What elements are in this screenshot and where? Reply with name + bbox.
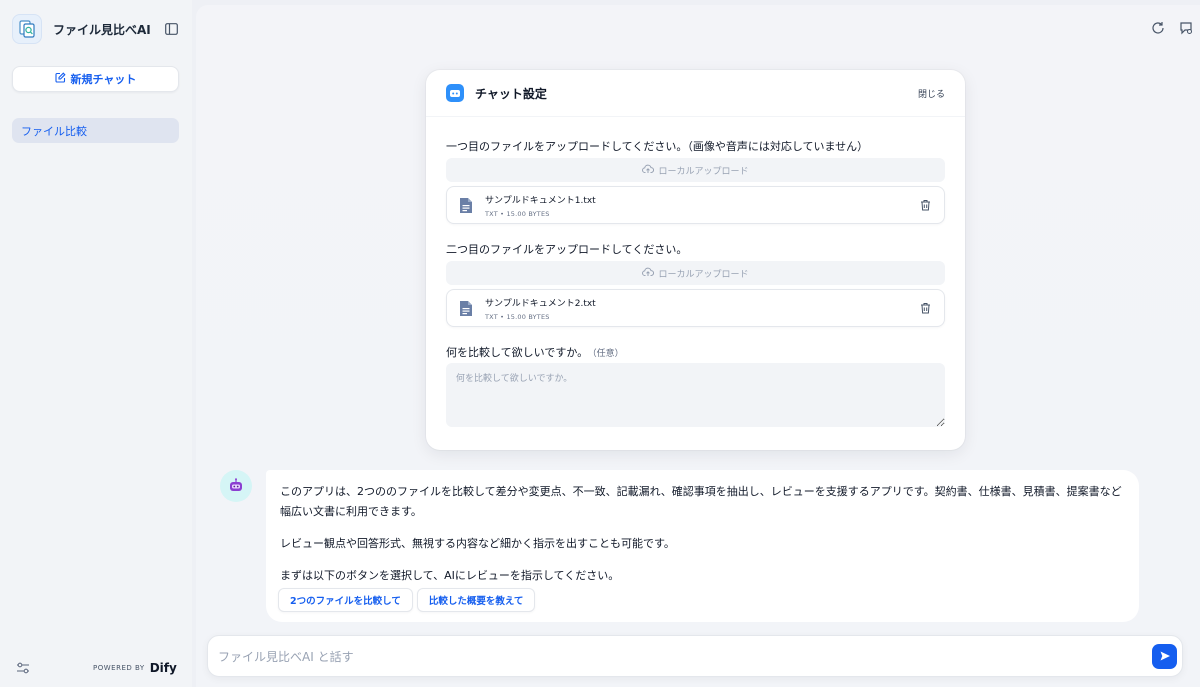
question-textarea[interactable] [446, 363, 945, 427]
sliders-icon[interactable] [16, 660, 34, 678]
refresh-icon[interactable] [1150, 20, 1166, 36]
powered-by: POWERED BY Dify [93, 661, 177, 675]
edit-icon [54, 72, 66, 86]
file2-name: サンプルドキュメント2.txt [485, 298, 596, 309]
question-label-text: 何を比較して欲しいですか。 [446, 346, 589, 359]
sidebar: ファイル見比べAI 新規チャット ファイル比較 POWERED BY Dify [0, 0, 192, 687]
message-paragraph: このアプリは、2つののファイルを比較して差分や変更点、不一致、記載漏れ、確認事項… [280, 485, 1122, 518]
file2-label: 二つ目のファイルをアップロードしてください。 [446, 243, 688, 256]
close-button[interactable]: 閉じる [918, 87, 945, 100]
file1-item: サンプルドキュメント1.txt TXT • 15.00 BYTES [446, 186, 945, 224]
chat-settings-title: チャット設定 [475, 86, 547, 101]
file2-upload-button[interactable]: ローカルアップロード [446, 261, 945, 285]
conversation-item[interactable]: ファイル比較 [12, 118, 179, 143]
cloud-upload-icon [642, 164, 655, 177]
file2-meta: サンプルドキュメント2.txt TXT • 15.00 BYTES [485, 296, 918, 321]
question-label: 何を比較して欲しいですか。 （任意） [446, 344, 624, 360]
suggestion-summary[interactable]: 比較した概要を教えて [416, 588, 536, 612]
robot-icon [230, 478, 242, 491]
chat-settings-icon[interactable] [1178, 20, 1194, 36]
file1-name: サンプルドキュメント1.txt [485, 195, 596, 206]
document-compare-icon [12, 14, 42, 44]
file1-meta: サンプルドキュメント1.txt TXT • 15.00 BYTES [485, 193, 918, 218]
send-icon [1159, 647, 1171, 666]
app-title: ファイル見比べAI [53, 22, 151, 37]
new-chat-label: 新規チャット [70, 73, 137, 86]
file2-info: TXT • 15.00 BYTES [485, 312, 550, 321]
chat-input[interactable] [218, 646, 1118, 668]
file1-upload-button[interactable]: ローカルアップロード [446, 158, 945, 182]
chat-settings-card: チャット設定 閉じる 一つ目のファイルをアップロードしてください。（画像や音声に… [426, 70, 965, 450]
send-button[interactable] [1152, 644, 1177, 669]
message-paragraph: レビュー観点や回答形式、無視する内容など細かく指示を出すことも可能です。 [280, 537, 675, 550]
robot-icon [446, 84, 464, 102]
optional-tag: （任意） [592, 349, 624, 359]
file-text-icon [459, 197, 473, 214]
new-chat-button[interactable]: 新規チャット [12, 66, 179, 92]
sidebar-collapse-icon[interactable] [162, 20, 180, 38]
divider [426, 116, 965, 117]
message-paragraph: まずは以下のボタンを選択して、AIにレビューを指示してください。 [280, 569, 620, 582]
chat-settings-header: チャット設定 閉じる [426, 70, 965, 116]
file2-item: サンプルドキュメント2.txt TXT • 15.00 BYTES [446, 289, 945, 327]
file-text-icon [459, 300, 473, 317]
file2-upload-label: ローカルアップロード [658, 269, 749, 280]
file1-upload-label: ローカルアップロード [658, 166, 749, 177]
trash-icon[interactable] [918, 198, 932, 212]
file1-info: TXT • 15.00 BYTES [485, 209, 550, 218]
trash-icon[interactable] [918, 301, 932, 315]
cloud-upload-icon [642, 267, 655, 280]
suggested-questions: 2つのファイルを比較して 比較した概要を教えて [278, 588, 536, 612]
bot-message: このアプリは、2つののファイルを比較して差分や変更点、不一致、記載漏れ、確認事項… [266, 470, 1139, 622]
powered-by-label: POWERED BY [93, 664, 145, 672]
app-header: ファイル見比べAI [12, 12, 180, 46]
suggestion-compare-files[interactable]: 2つのファイルを比較して [278, 588, 413, 612]
dify-logo: Dify [149, 661, 177, 675]
file1-label: 一つ目のファイルをアップロードしてください。（画像や音声には対応していません） [446, 140, 869, 153]
bot-avatar [220, 470, 252, 502]
chat-composer [207, 635, 1183, 677]
